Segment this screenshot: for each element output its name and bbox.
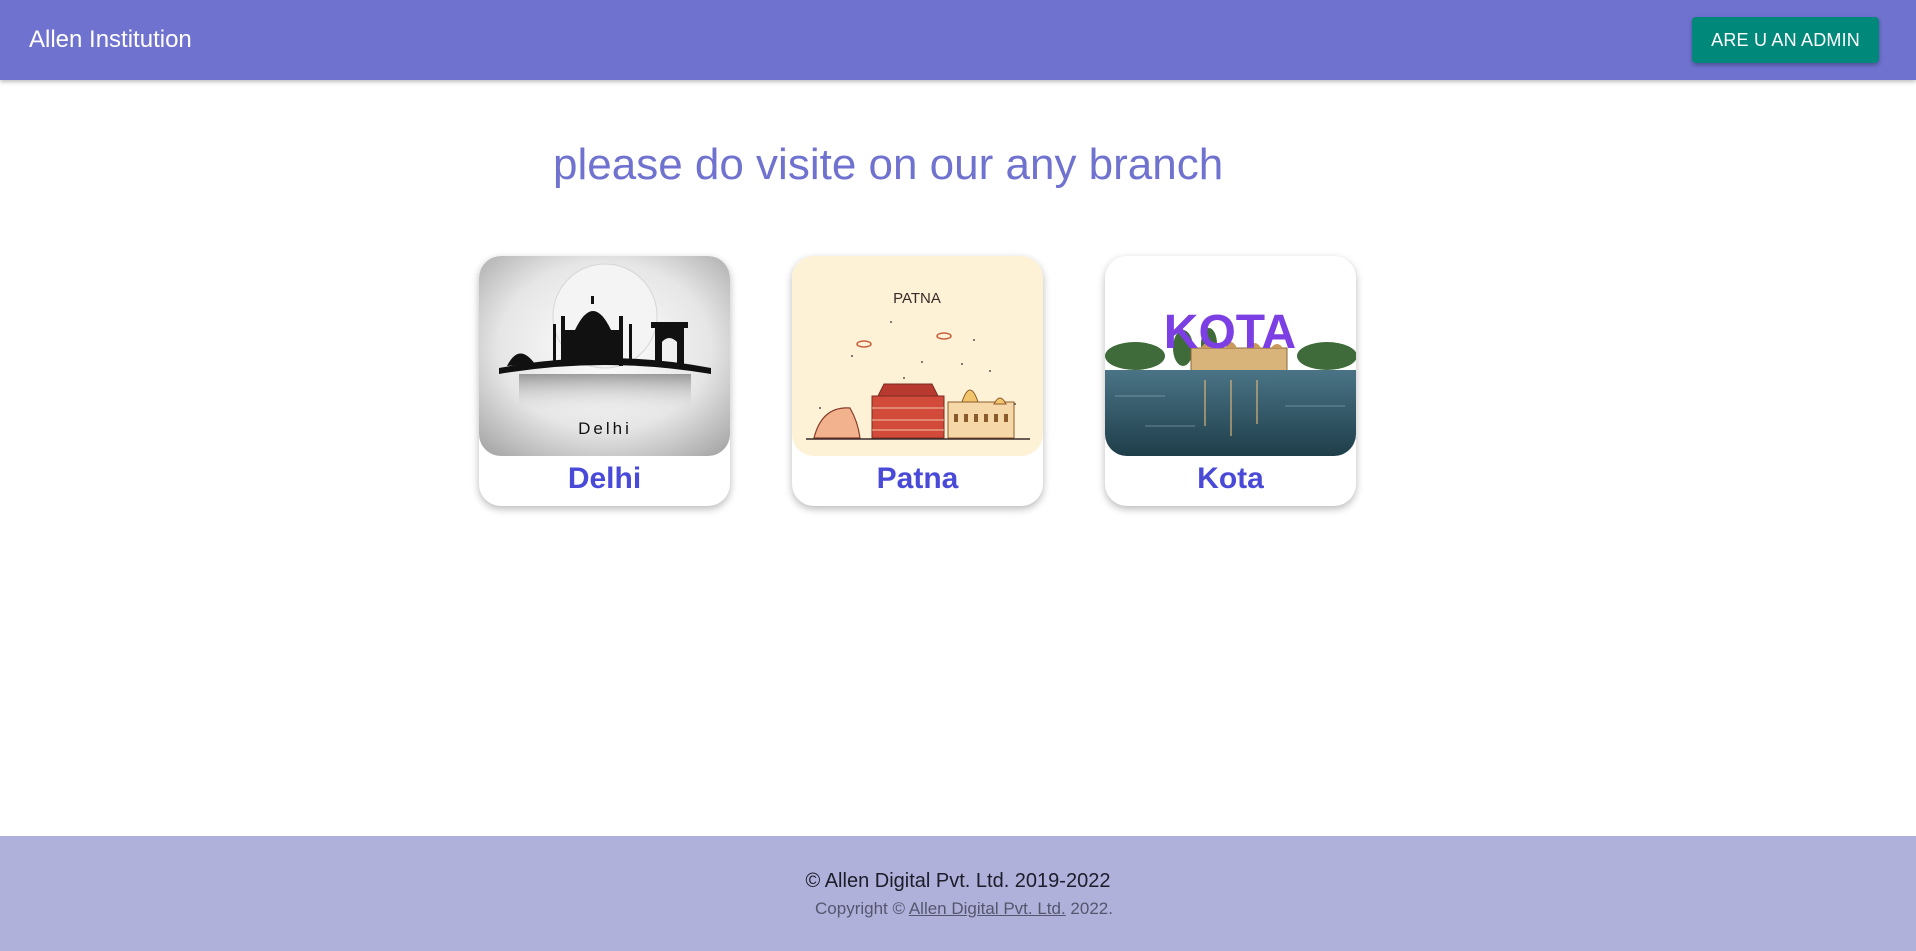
admin-login-button[interactable]: ARE U AN ADMIN — [1692, 17, 1879, 63]
branch-name-kota[interactable]: Kota — [1105, 461, 1356, 497]
branch-cards: Delhi Delhi PATNA Patna KOTA Kota — [479, 256, 1356, 506]
patna-image: PATNA — [792, 256, 1043, 456]
patna-image-caption: PATNA — [893, 290, 941, 307]
branch-name-delhi[interactable]: Delhi — [479, 461, 730, 497]
branch-card-kota[interactable]: KOTA Kota — [1105, 256, 1356, 506]
page-heading: please do visite on our any branch — [553, 140, 1224, 189]
copyright-prefix: Copyright © — [815, 899, 906, 918]
delhi-image: Delhi — [479, 256, 730, 456]
copyright-suffix: 2022. — [1070, 899, 1113, 918]
branch-name-patna[interactable]: Patna — [792, 461, 1043, 497]
kota-image: KOTA — [1105, 256, 1356, 456]
delhi-image-caption: Delhi — [578, 419, 632, 438]
branch-card-delhi[interactable]: Delhi Delhi — [479, 256, 730, 506]
kota-image-caption: KOTA — [1164, 306, 1296, 359]
brand-title[interactable]: Allen Institution — [29, 26, 192, 54]
footer-copyright-line: © Allen Digital Pvt. Ltd. 2019-2022 — [805, 870, 1111, 892]
footer-copyright-detail: Copyright © Allen Digital Pvt. Ltd. 2022… — [0, 899, 1916, 919]
company-link[interactable]: Allen Digital Pvt. Ltd. — [909, 899, 1066, 918]
app-bar: Allen Institution ARE U AN ADMIN — [0, 0, 1916, 80]
footer: © Allen Digital Pvt. Ltd. 2019-2022 Copy… — [0, 836, 1916, 951]
branch-card-patna[interactable]: PATNA Patna — [792, 256, 1043, 506]
